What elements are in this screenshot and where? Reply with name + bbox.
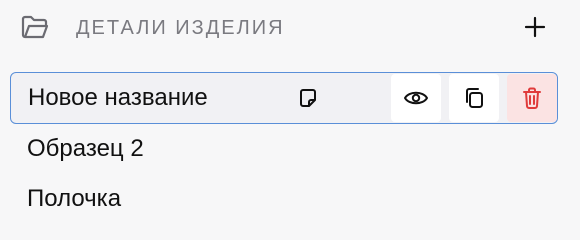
view-button[interactable]: [391, 74, 441, 122]
item-label: Новое название: [28, 84, 208, 111]
panel-title: ДЕТАЛИ ИЗДЕЛИЯ: [76, 17, 285, 39]
item-list: Новое название Образец 2 Полочка: [10, 72, 558, 224]
item-label: Полочка: [27, 185, 122, 212]
plus-icon: [524, 16, 546, 38]
copy-button[interactable]: [449, 74, 499, 122]
note-icon[interactable]: [293, 83, 323, 113]
list-item[interactable]: Новое название: [10, 72, 558, 124]
folder-open-icon: [20, 14, 50, 40]
list-item[interactable]: Полочка: [10, 174, 558, 224]
add-item-button[interactable]: [520, 12, 550, 42]
eye-icon: [404, 91, 428, 105]
panel-header: ДЕТАЛИ ИЗДЕЛИЯ: [0, 0, 580, 54]
delete-button[interactable]: [507, 74, 557, 122]
item-label: Образец 2: [27, 135, 144, 162]
copy-icon: [466, 88, 483, 108]
trash-icon: [523, 87, 541, 109]
product-details-panel: ДЕТАЛИ ИЗДЕЛИЯ Новое название Образец 2 …: [0, 0, 580, 240]
list-item[interactable]: Образец 2: [10, 124, 558, 174]
